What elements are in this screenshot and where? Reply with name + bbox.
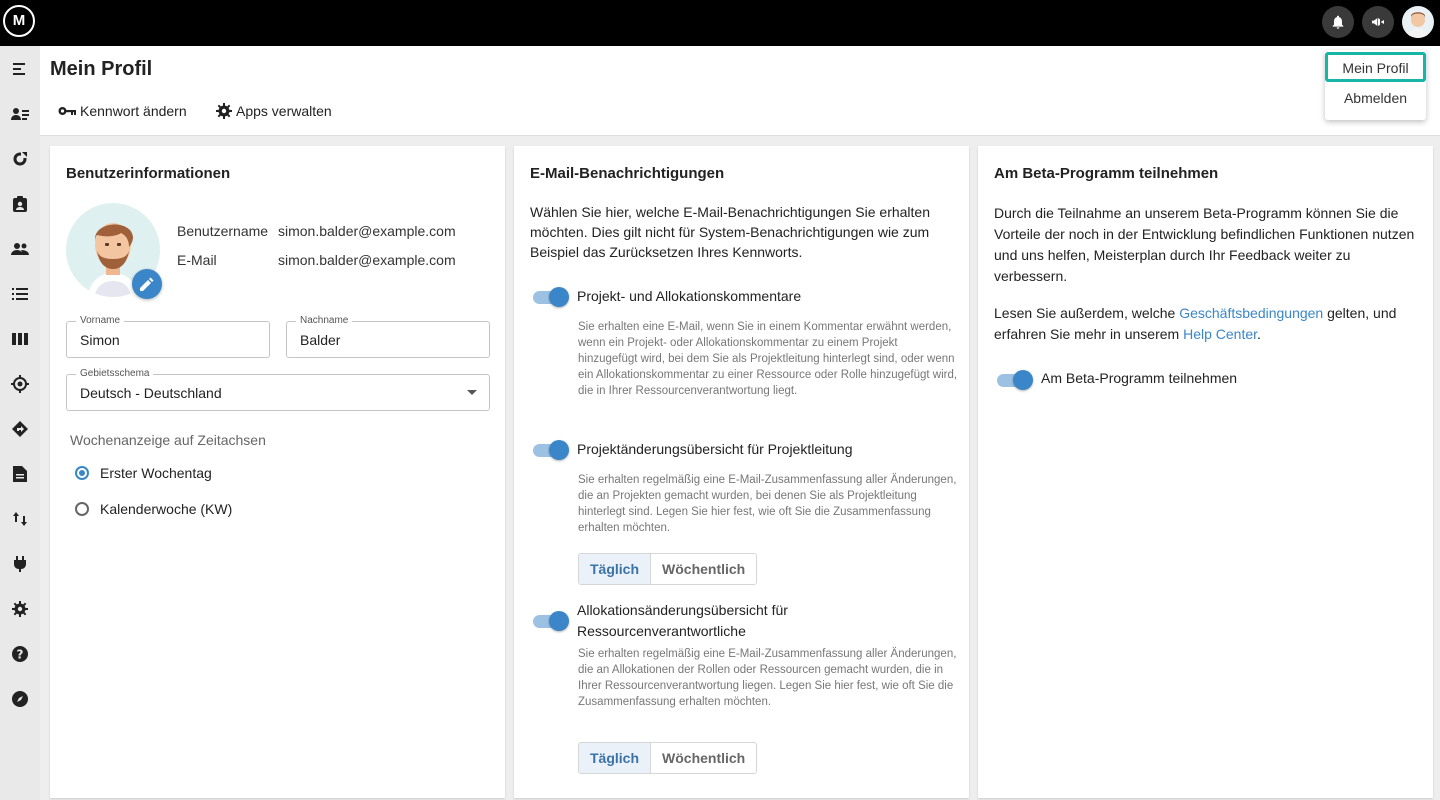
help-center-link[interactable]: Help Center [1183, 326, 1257, 342]
group-icon[interactable] [10, 239, 30, 259]
comments-description: Sie erhalten eine E-Mail, wenn Sie in ei… [578, 321, 958, 397]
route-icon[interactable] [10, 419, 30, 439]
terms-suffix: . [1257, 326, 1261, 342]
key-icon [58, 107, 76, 115]
radio-calendar-week[interactable] [75, 502, 89, 516]
change-password-label: Kennwort ändern [80, 103, 187, 119]
lastname-field[interactable]: Nachname Balder [286, 314, 490, 358]
project-summary-description: Sie erhalten regelmäßig eine E-Mail-Zusa… [578, 474, 957, 534]
clipboard-user-icon[interactable] [10, 194, 30, 214]
refresh-icon[interactable] [10, 149, 30, 169]
project-summary-title: Projektänderungsübersicht für Projektlei… [577, 441, 853, 457]
firstname-field[interactable]: Vorname Simon [66, 314, 270, 358]
menu-item-profile[interactable]: Mein Profil [1325, 52, 1426, 82]
allocation-summary-description: Sie erhalten regelmäßig eine E-Mail-Zusa… [578, 648, 957, 708]
manage-apps-label: Apps verwalten [236, 103, 332, 119]
allocation-daily-button[interactable]: Täglich [579, 743, 652, 773]
email-value: simon.balder@example.com [278, 252, 456, 268]
manage-apps-button[interactable]: Apps verwalten [216, 103, 332, 119]
username-value: simon.balder@example.com [278, 223, 456, 239]
bell-icon [1332, 15, 1344, 29]
svg-text:?: ? [17, 648, 24, 662]
week-display-label: Wochenanzeige auf Zeitachsen [70, 432, 266, 448]
gear-icon[interactable] [10, 599, 30, 619]
project-daily-button[interactable]: Täglich [579, 554, 652, 584]
first-weekday-label[interactable]: Erster Wochentag [100, 465, 212, 481]
toggle-beta[interactable] [995, 370, 1033, 390]
user-menu: Mein Profil Abmelden [1325, 50, 1426, 120]
firstname-value: Simon [80, 332, 120, 348]
lastname-label: Nachname [296, 314, 353, 328]
terms-prefix: Lesen Sie außerdem, welche [994, 305, 1180, 321]
plug-icon[interactable] [10, 554, 30, 574]
locale-select[interactable]: Gebietsschema Deutsch - Deutschland [66, 367, 490, 411]
email-notifications-title: E-Mail-Benachrichtigungen [530, 165, 725, 182]
project-frequency-group: Täglich Wöchentlich [578, 553, 758, 585]
beta-intro: Durch die Teilnahme an unserem Beta-Prog… [994, 205, 1415, 284]
avatar-icon [1407, 12, 1429, 38]
beta-program-title: Am Beta-Programm teilnehmen [994, 165, 1219, 182]
locale-value: Deutsch - Deutschland [80, 385, 222, 401]
compass-icon[interactable] [10, 689, 30, 709]
megaphone-icon [1372, 18, 1384, 26]
document-icon[interactable] [10, 464, 30, 484]
edit-avatar-button[interactable] [132, 269, 162, 299]
target-icon[interactable] [10, 374, 30, 394]
allocation-summary-title: Allokationsänderungsübersicht für Ressou… [577, 602, 788, 639]
gear-icon [216, 103, 232, 119]
beta-terms-text: Lesen Sie außerdem, welche Geschäftsbedi… [994, 303, 1419, 345]
page-title: Mein Profil [50, 58, 153, 80]
toggle-comments[interactable] [531, 287, 569, 307]
list-icon[interactable] [10, 284, 30, 304]
caret-down-icon [467, 390, 477, 395]
announcements-button[interactable] [1362, 6, 1394, 38]
toggle-project-summary[interactable] [531, 440, 569, 460]
calendar-week-label[interactable]: Kalenderwoche (KW) [100, 501, 232, 517]
allocation-frequency-group: Täglich Wöchentlich [578, 742, 758, 774]
arrows-updown-icon[interactable] [10, 509, 30, 529]
comments-title: Projekt- und Allokationskommentare [577, 288, 802, 304]
user-info-card: Benutzerinformationen Benutzername simon… [50, 146, 505, 798]
allocation-weekly-button[interactable]: Wöchentlich [651, 743, 757, 773]
menu-collapse-icon[interactable] [10, 59, 30, 79]
user-info-title: Benutzerinformationen [66, 165, 231, 182]
columns-icon[interactable] [10, 329, 30, 349]
beta-program-card: Am Beta-Programm teilnehmen Durch die Te… [978, 146, 1433, 798]
pencil-icon [140, 277, 154, 291]
locale-label: Gebietsschema [76, 367, 154, 381]
menu-item-logout[interactable]: Abmelden [1325, 83, 1426, 113]
firstname-label: Vorname [76, 314, 125, 328]
username-label: Benutzername [177, 223, 269, 239]
toggle-allocation-summary[interactable] [531, 611, 569, 631]
radio-first-weekday[interactable] [75, 466, 89, 480]
beta-toggle-label: Am Beta-Programm teilnehmen [1041, 370, 1238, 386]
change-password-button[interactable]: Kennwort ändern [58, 103, 187, 119]
sidebar: ? [0, 46, 40, 800]
help-icon[interactable]: ? [10, 644, 30, 664]
email-label: E-Mail [177, 252, 217, 268]
page-header: Mein Profil Kennwort ändern Apps verwalt… [40, 46, 1440, 136]
project-weekly-button[interactable]: Wöchentlich [651, 554, 757, 584]
lastname-value: Balder [300, 332, 341, 348]
notifications-button[interactable] [1322, 6, 1354, 38]
email-intro: Wählen Sie hier, welche E-Mail-Benachric… [530, 204, 930, 260]
people-list-icon[interactable] [10, 104, 30, 124]
user-avatar-button[interactable] [1402, 6, 1434, 38]
terms-link[interactable]: Geschäftsbedingungen [1179, 305, 1323, 321]
app-logo[interactable]: M [3, 5, 35, 37]
email-notifications-card: E-Mail-Benachrichtigungen Wählen Sie hie… [514, 146, 969, 798]
top-bar: M [0, 0, 1440, 46]
